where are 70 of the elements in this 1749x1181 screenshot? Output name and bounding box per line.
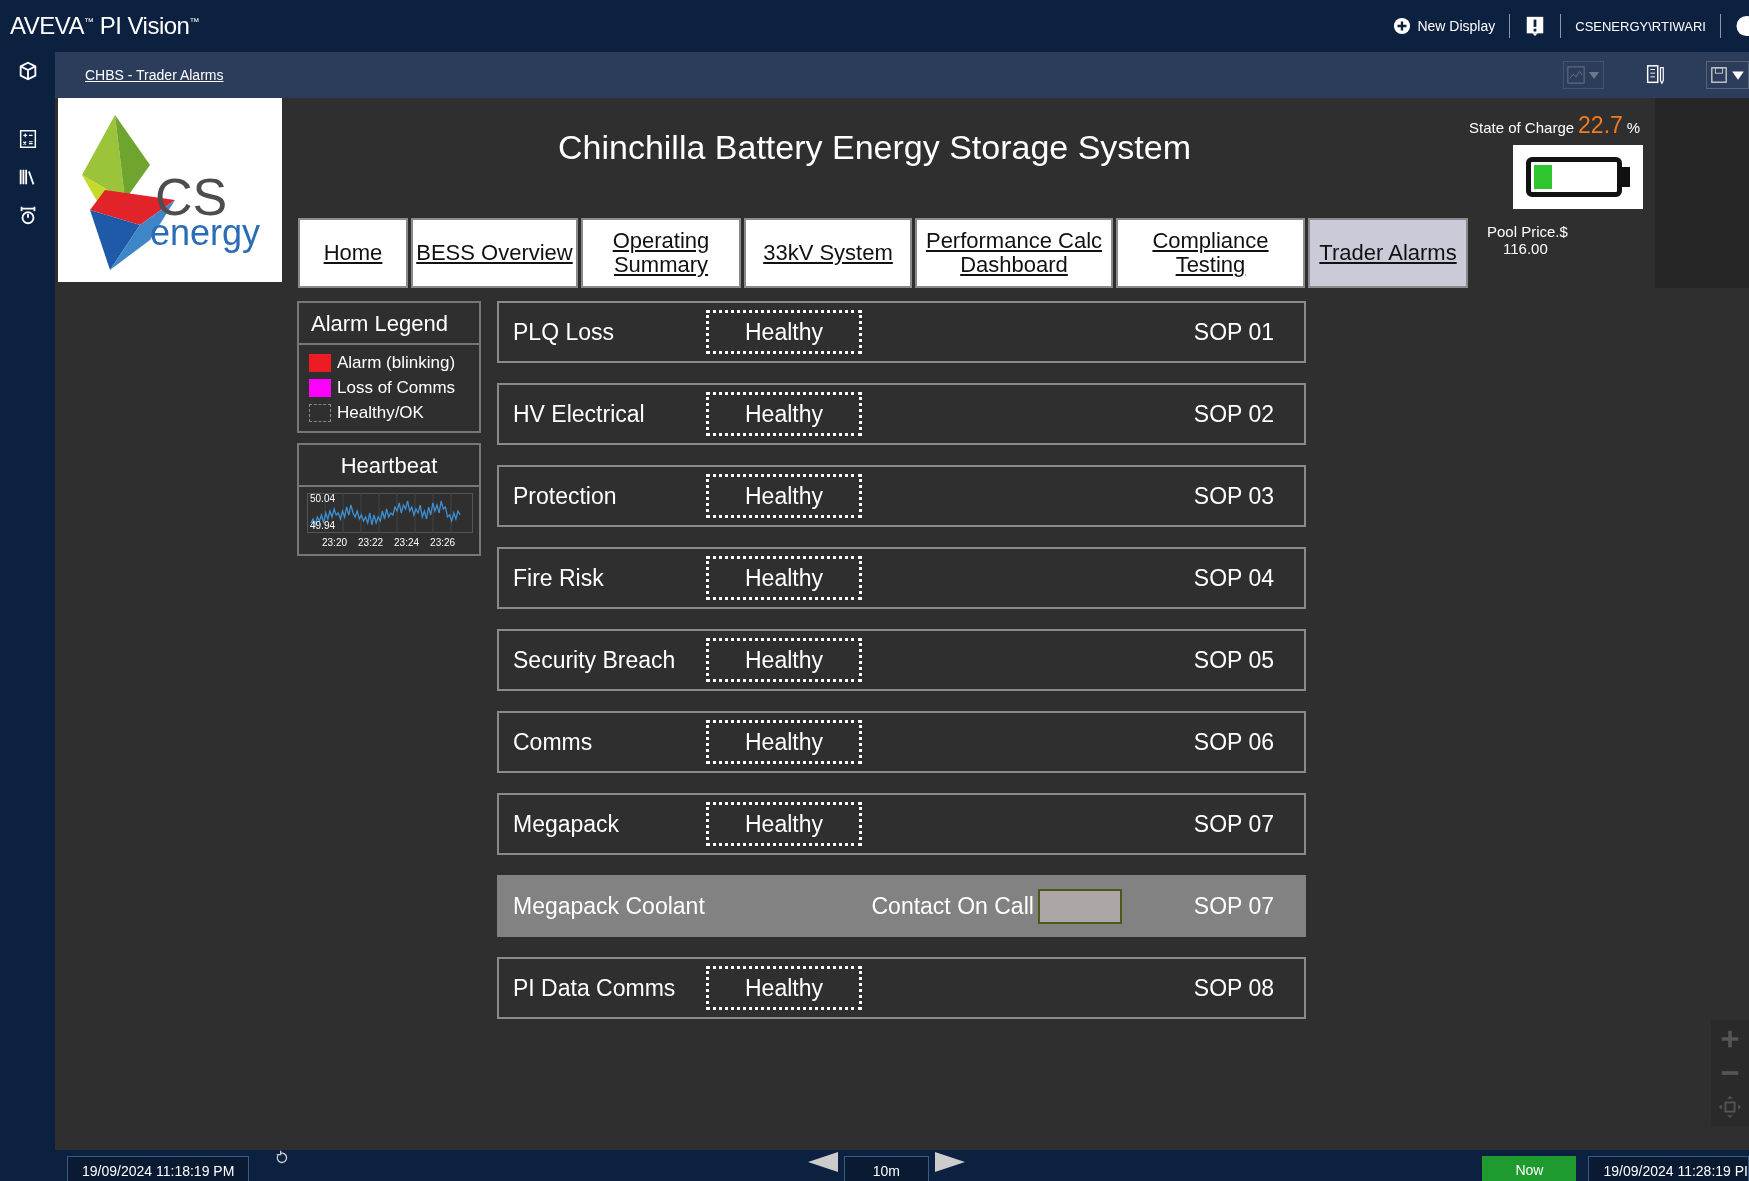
nav-tab[interactable]: Performance Calc Dashboard bbox=[915, 218, 1113, 288]
sop-label: SOP 03 bbox=[1193, 482, 1274, 510]
time-span-field[interactable]: 10m bbox=[843, 1156, 929, 1181]
state-of-charge-value: 22.7 bbox=[1578, 112, 1623, 139]
alarm-name: Protection bbox=[513, 482, 618, 510]
alarm-name: Comms bbox=[513, 728, 594, 756]
nav-tab[interactable]: 33kV System bbox=[744, 218, 912, 288]
nav-tab[interactable]: BESS Overview bbox=[411, 218, 578, 288]
status-indicator: Healthy bbox=[706, 966, 862, 1010]
breadcrumb-link[interactable]: CHBS - Trader Alarms bbox=[85, 67, 224, 83]
percent-unit: % bbox=[1626, 119, 1641, 136]
status-indicator: Healthy bbox=[706, 720, 862, 764]
axis-label: 49.94 bbox=[310, 520, 336, 531]
nav-tab[interactable]: Compliance Testing bbox=[1116, 218, 1305, 288]
user-name[interactable]: CSENERGY\RTIWARI bbox=[1575, 18, 1706, 34]
state-of-charge-label: State of Charge bbox=[1469, 119, 1575, 136]
legend-swatch bbox=[309, 404, 331, 422]
legend-label: Alarm (blinking) bbox=[337, 353, 456, 373]
axis-label: 23:26 bbox=[430, 537, 456, 548]
alarm-name: PLQ Loss bbox=[513, 318, 615, 346]
pool-price-value: 116.00 bbox=[1503, 240, 1548, 257]
pool-price-label: Pool Price.$ bbox=[1487, 223, 1568, 240]
next-arrow-icon[interactable] bbox=[935, 1150, 965, 1174]
sop-label: SOP 05 bbox=[1193, 646, 1274, 674]
sop-label: SOP 07 bbox=[1193, 810, 1274, 838]
alarm-name: Security Breach bbox=[513, 646, 677, 674]
alarm-name: Megapack bbox=[513, 810, 621, 838]
nav-tab[interactable]: Trader Alarms bbox=[1308, 218, 1468, 288]
now-button[interactable]: Now bbox=[1482, 1156, 1577, 1181]
status-indicator: Healthy bbox=[706, 474, 862, 518]
sop-label: SOP 07 bbox=[1193, 892, 1274, 920]
alarm-name: PI Data Comms bbox=[513, 974, 677, 1002]
sop-label: SOP 08 bbox=[1193, 974, 1274, 1002]
legend-label: Loss of Comms bbox=[337, 378, 456, 398]
axis-label: 23:22 bbox=[358, 537, 384, 548]
status-indicator: Healthy bbox=[706, 392, 862, 436]
save-icon bbox=[1710, 66, 1728, 84]
alarm-name: Megapack Coolant bbox=[513, 892, 705, 920]
sop-label: SOP 01 bbox=[1193, 318, 1274, 346]
axis-label: 23:24 bbox=[394, 537, 420, 548]
status-indicator: Healthy bbox=[706, 310, 862, 354]
trend-icon bbox=[1567, 66, 1585, 84]
caret-icon bbox=[1588, 69, 1600, 81]
app-title: AVEVA$^{™}$ PI Vision$^{™}$ bbox=[9, 12, 199, 40]
previous-arrow-icon[interactable] bbox=[807, 1150, 838, 1174]
status-indicator: Healthy bbox=[706, 802, 862, 846]
alarm-name: HV Electrical bbox=[513, 400, 646, 428]
legend-label: Healthy/OK bbox=[337, 403, 424, 423]
start-time-field[interactable]: 19/09/2024 11:18:19 PM bbox=[67, 1156, 250, 1181]
status-indicator: Healthy bbox=[706, 638, 862, 682]
nav-tab[interactable]: Operating Summary bbox=[581, 218, 741, 288]
nav-tab[interactable]: Home bbox=[298, 218, 408, 288]
heartbeat-title: Heartbeat bbox=[299, 445, 479, 487]
sop-label: SOP 06 bbox=[1193, 728, 1274, 756]
notebook-edit-icon[interactable] bbox=[1644, 64, 1666, 86]
axis-label: 23:20 bbox=[322, 537, 348, 548]
save-dropdown-button[interactable] bbox=[1706, 61, 1749, 89]
alarm-name: Fire Risk bbox=[513, 564, 605, 592]
sop-label: SOP 02 bbox=[1193, 400, 1274, 428]
new-display-button[interactable]: New Display bbox=[1393, 17, 1496, 35]
sop-label: SOP 04 bbox=[1193, 564, 1274, 592]
status-indicator: Healthy bbox=[706, 556, 862, 600]
axis-label: 50.04 bbox=[310, 493, 336, 504]
end-time-field[interactable]: 19/09/2024 11:28:19 PI bbox=[1588, 1156, 1749, 1181]
legend-title: Alarm Legend bbox=[299, 303, 479, 345]
company-logo: CS energy bbox=[58, 98, 282, 282]
page-title: Chinchilla Battery Energy Storage System bbox=[557, 128, 1192, 168]
trend-dropdown-button[interactable] bbox=[1563, 61, 1604, 89]
status-text: Contact On Call bbox=[871, 892, 1034, 920]
plus-icon bbox=[1393, 17, 1412, 35]
